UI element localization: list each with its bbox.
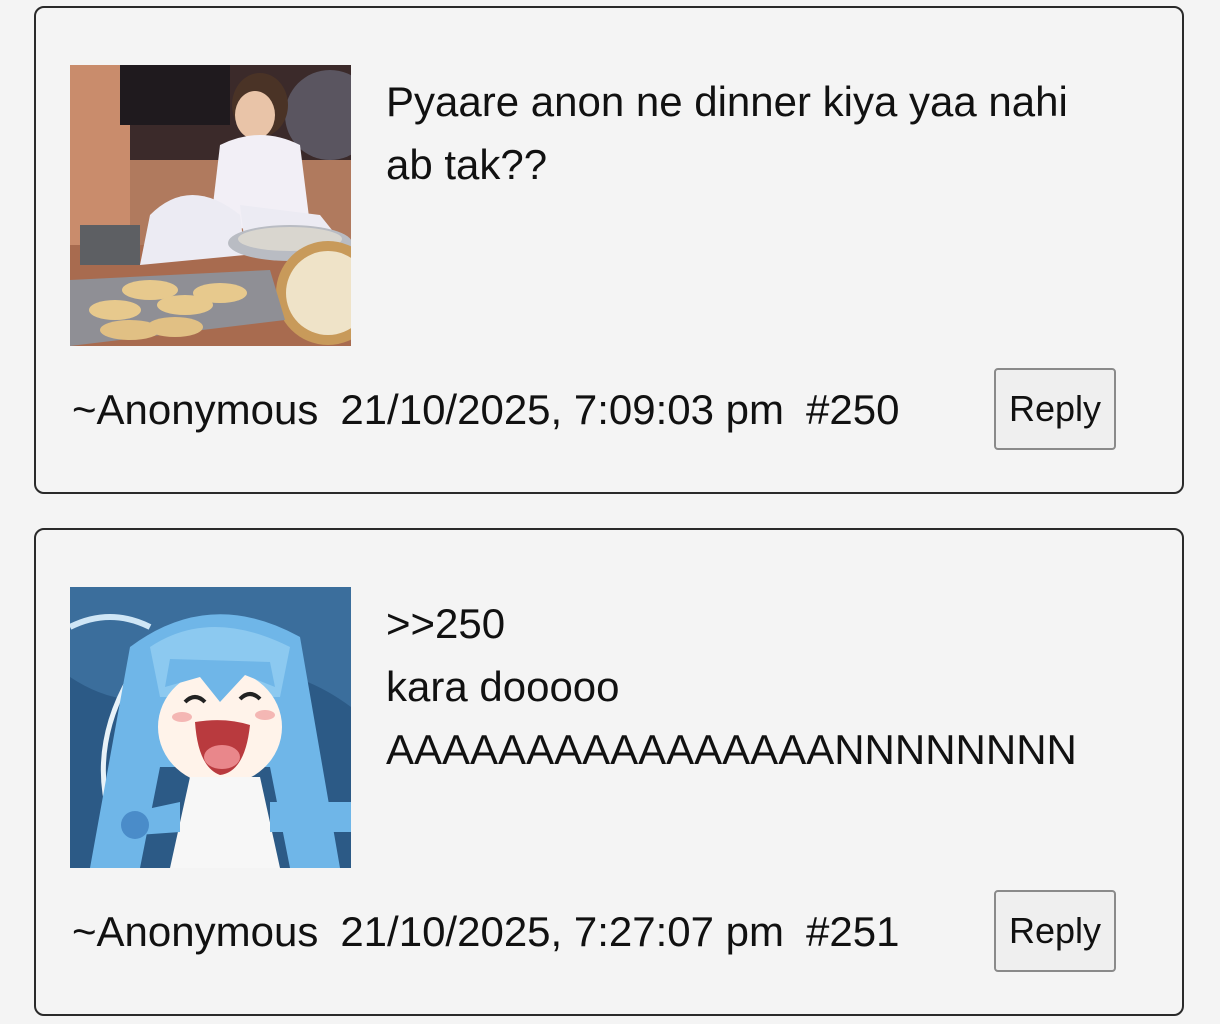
post-author: ~Anonymous <box>72 908 319 955</box>
post-timestamp: 21/10/2025, 7:27:07 pm <box>340 908 785 955</box>
quote-link[interactable]: >>250 <box>386 592 1142 655</box>
post-card: >>250 kara dooooo AAAAAAAAAAAAAAAANNNNNN… <box>34 528 1184 1016</box>
post-meta: ~Anonymous 21/10/2025, 7:27:07 pm #251 <box>72 902 921 962</box>
post-image[interactable] <box>70 587 351 868</box>
post-text-line: Pyaare anon ne dinner kiya yaa nahi <box>386 78 1068 125</box>
post-image[interactable] <box>70 65 351 346</box>
reply-button[interactable]: Reply <box>994 368 1116 450</box>
post-meta: ~Anonymous 21/10/2025, 7:09:03 pm #250 <box>72 380 921 440</box>
post-number-link[interactable]: #250 <box>806 386 899 433</box>
post-body: >>250 kara dooooo AAAAAAAAAAAAAAAANNNNNN… <box>386 592 1142 781</box>
post-text-line: AAAAAAAAAAAAAAAANNNNNNNN <box>386 726 1077 773</box>
post-card: Pyaare anon ne dinner kiya yaa nahi ab t… <box>34 6 1184 494</box>
reply-button[interactable]: Reply <box>994 890 1116 972</box>
post-text-line: ab tak?? <box>386 141 548 188</box>
post-timestamp: 21/10/2025, 7:09:03 pm <box>340 386 785 433</box>
post-body: Pyaare anon ne dinner kiya yaa nahi ab t… <box>386 70 1142 196</box>
anime-thumbnail-graphic <box>70 587 351 868</box>
post-text-line: kara dooooo <box>386 663 620 710</box>
post-author: ~Anonymous <box>72 386 319 433</box>
photo-thumbnail-graphic <box>70 65 351 346</box>
post-number-link[interactable]: #251 <box>806 908 899 955</box>
